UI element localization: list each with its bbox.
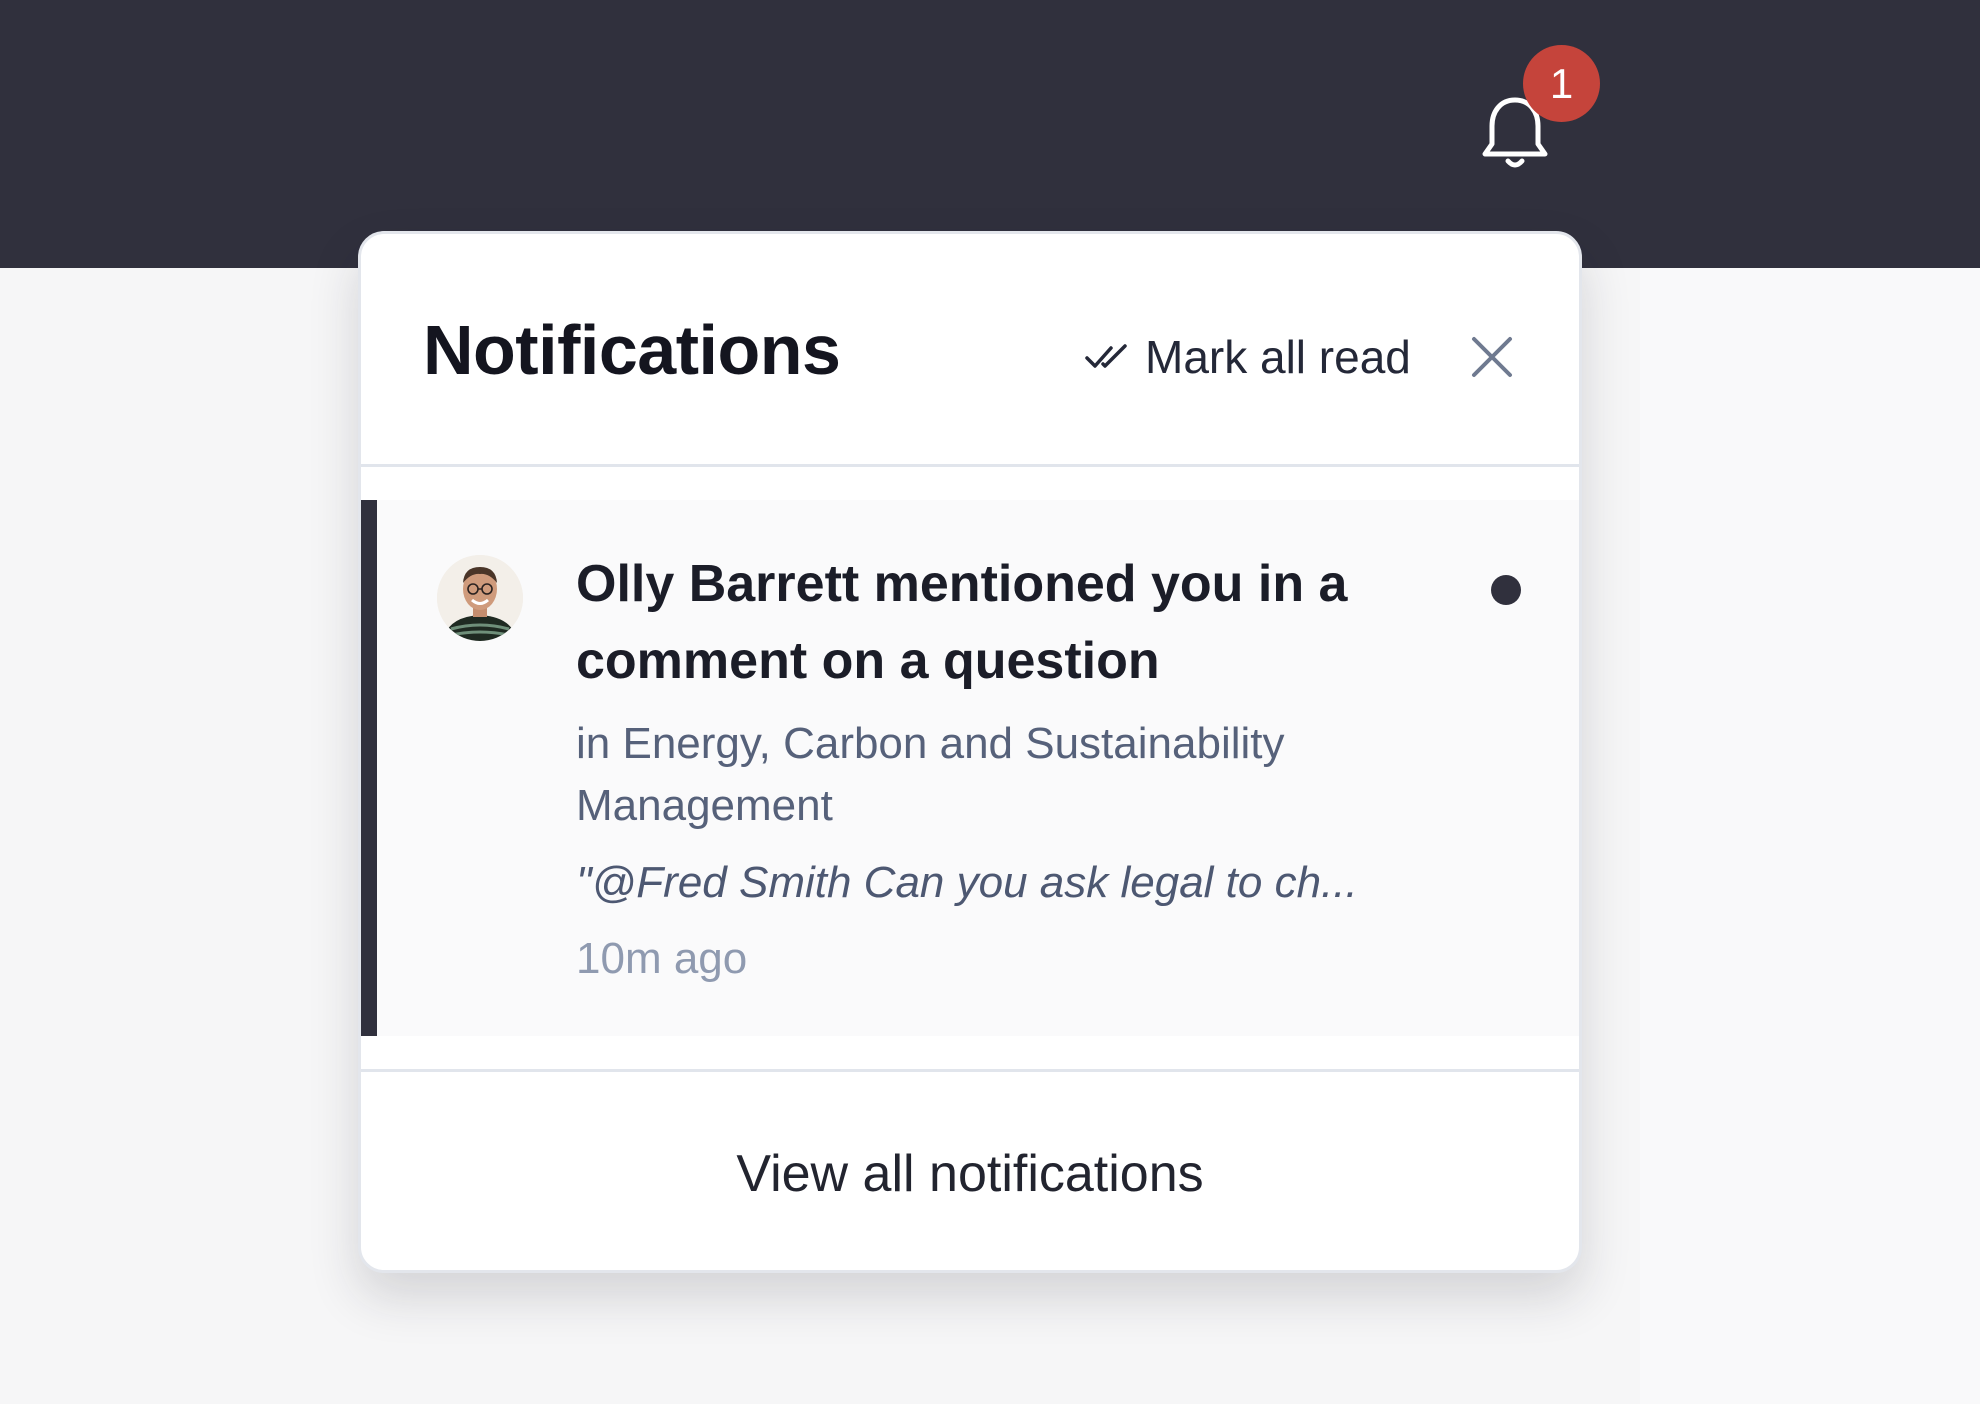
user-avatar-image xyxy=(437,555,523,641)
mark-all-read-button[interactable]: Mark all read xyxy=(1085,322,1411,392)
avatar xyxy=(437,555,523,641)
notification-context: in Energy, Carbon and Sustainability Man… xyxy=(576,719,1285,830)
notification-timestamp: 10m ago xyxy=(576,934,748,983)
view-all-notifications-label: View all notifications xyxy=(736,1145,1204,1203)
panel-header: Notifications Mark all read xyxy=(361,234,1579,467)
notification-excerpt: "@Fred Smith Can you ask legal to ch... xyxy=(576,858,1358,907)
notification-item[interactable]: Olly Barrett mentioned you in a comment … xyxy=(361,500,1579,1036)
view-all-notifications-button[interactable]: View all notifications xyxy=(361,1069,1579,1270)
panel-title: Notifications xyxy=(423,311,841,389)
double-check-icon xyxy=(1085,344,1127,368)
unread-indicator-bar xyxy=(361,500,377,1036)
notification-count-badge: 1 xyxy=(1523,45,1600,122)
close-panel-button[interactable] xyxy=(1464,329,1520,385)
notifications-panel: Notifications Mark all read Olly Barrett… xyxy=(358,231,1582,1273)
top-navigation-bar xyxy=(0,0,1980,268)
mark-all-read-label: Mark all read xyxy=(1145,331,1411,383)
unread-dot xyxy=(1491,575,1521,605)
notification-title: Olly Barrett mentioned you in a comment … xyxy=(576,555,1348,690)
page-background-panel xyxy=(1640,268,1980,1404)
close-icon xyxy=(1472,337,1512,377)
